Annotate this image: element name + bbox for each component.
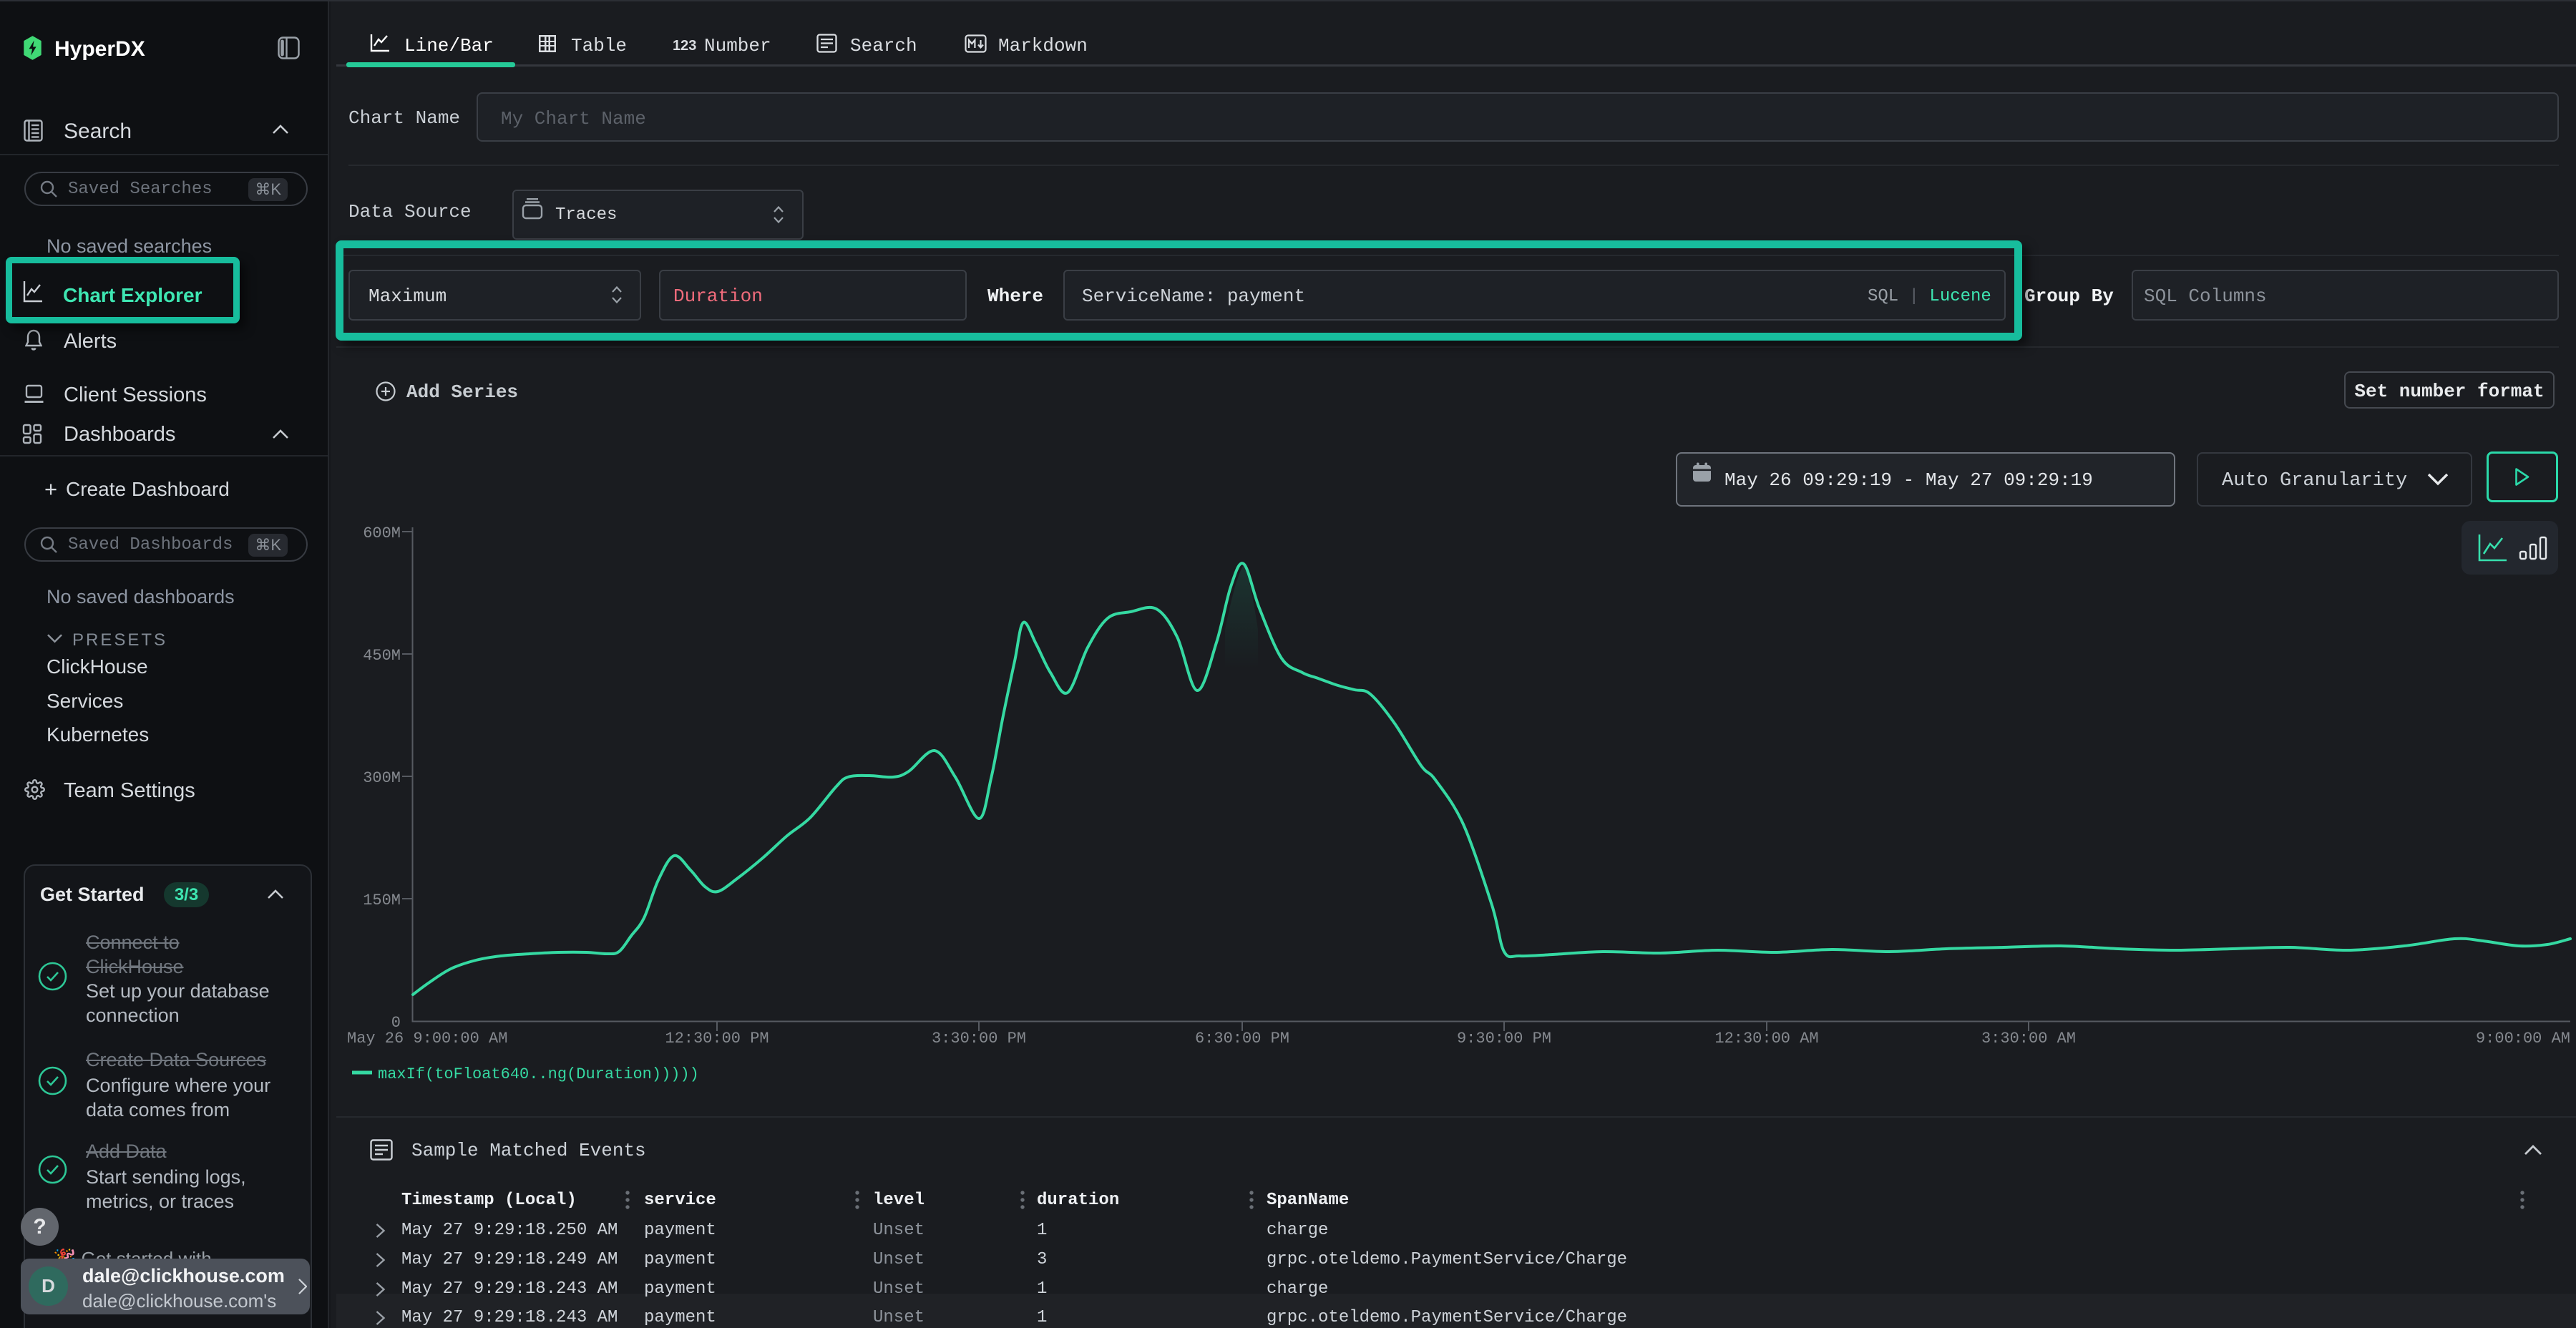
- svg-text:300M: 300M: [363, 769, 401, 787]
- svg-text:450M: 450M: [363, 647, 401, 665]
- svg-text:3:30:00 PM: 3:30:00 PM: [932, 1030, 1026, 1048]
- svg-text:600M: 600M: [363, 524, 401, 542]
- svg-text:6:30:00 PM: 6:30:00 PM: [1195, 1030, 1289, 1048]
- svg-text:9:00:00 AM: 9:00:00 AM: [2476, 1030, 2570, 1048]
- svg-text:9:30:00 PM: 9:30:00 PM: [1457, 1030, 1551, 1048]
- svg-text:May 26 9:00:00 AM: May 26 9:00:00 AM: [347, 1030, 507, 1048]
- svg-text:12:30:00 PM: 12:30:00 PM: [665, 1030, 769, 1048]
- svg-text:12:30:00 AM: 12:30:00 AM: [1714, 1030, 1818, 1048]
- svg-text:150M: 150M: [363, 892, 401, 909]
- svg-text:3:30:00 AM: 3:30:00 AM: [1981, 1030, 2076, 1048]
- svg-text:maxIf(toFloat640..ng(Duration): maxIf(toFloat640..ng(Duration))))): [378, 1065, 699, 1083]
